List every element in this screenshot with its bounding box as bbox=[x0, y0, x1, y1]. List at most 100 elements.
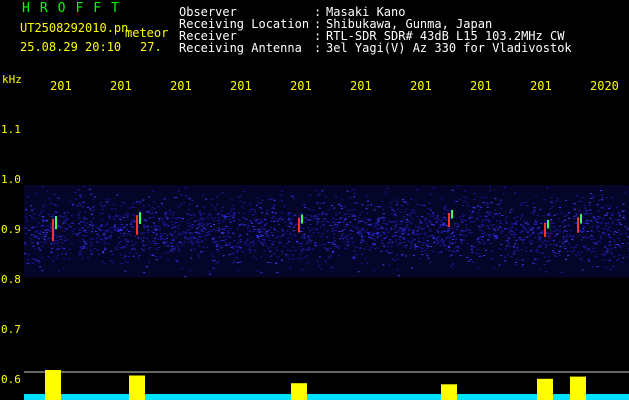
noise-pixel bbox=[623, 218, 626, 220]
noise-pixel bbox=[52, 242, 55, 244]
noise-pixel bbox=[142, 199, 145, 201]
noise-pixel bbox=[480, 256, 482, 257]
noise-pixel bbox=[462, 205, 465, 206]
noise-pixel bbox=[594, 255, 597, 257]
noise-pixel bbox=[100, 229, 103, 231]
noise-pixel bbox=[267, 229, 270, 231]
noise-pixel bbox=[386, 236, 388, 238]
noise-pixel bbox=[202, 246, 205, 248]
noise-pixel bbox=[354, 258, 357, 259]
noise-pixel bbox=[217, 216, 220, 218]
noise-pixel bbox=[294, 235, 297, 237]
noise-pixel bbox=[164, 225, 167, 227]
noise-pixel bbox=[436, 215, 439, 217]
noise-pixel bbox=[218, 245, 221, 247]
noise-pixel bbox=[378, 206, 381, 208]
noise-pixel bbox=[547, 255, 550, 257]
noise-pixel bbox=[26, 259, 29, 261]
noise-pixel bbox=[352, 189, 355, 190]
noise-pixel bbox=[532, 202, 535, 204]
noise-pixel bbox=[513, 222, 516, 224]
noise-pixel bbox=[555, 229, 558, 231]
noise-pixel bbox=[197, 233, 200, 235]
noise-pixel bbox=[309, 235, 312, 237]
noise-pixel bbox=[360, 242, 363, 244]
noise-pixel bbox=[352, 242, 354, 244]
noise-pixel bbox=[191, 232, 194, 234]
noise-pixel bbox=[83, 186, 86, 188]
noise-pixel bbox=[187, 225, 190, 227]
noise-pixel bbox=[550, 197, 553, 199]
noise-pixel bbox=[290, 213, 293, 215]
noise-pixel bbox=[615, 219, 618, 221]
noise-pixel bbox=[98, 235, 101, 237]
noise-pixel bbox=[391, 258, 394, 260]
noise-pixel bbox=[392, 210, 395, 212]
noise-pixel bbox=[608, 208, 611, 209]
noise-pixel bbox=[44, 242, 47, 244]
noise-pixel bbox=[398, 242, 401, 244]
noise-pixel bbox=[249, 221, 252, 223]
noise-pixel bbox=[390, 245, 393, 247]
noise-pixel bbox=[610, 252, 613, 254]
noise-pixel bbox=[256, 270, 259, 272]
noise-pixel bbox=[427, 208, 430, 209]
noise-pixel bbox=[535, 195, 538, 197]
noise-pixel bbox=[395, 235, 398, 237]
noise-pixel bbox=[143, 272, 146, 274]
noise-pixel bbox=[249, 246, 252, 248]
noise-pixel bbox=[440, 197, 443, 199]
noise-pixel bbox=[582, 230, 585, 231]
noise-pixel bbox=[598, 199, 601, 201]
noise-pixel bbox=[159, 228, 162, 230]
noise-pixel bbox=[130, 222, 133, 224]
noise-pixel bbox=[80, 203, 83, 205]
noise-pixel bbox=[146, 232, 149, 233]
noise-pixel bbox=[537, 245, 540, 247]
noise-pixel bbox=[122, 229, 125, 231]
noise-pixel bbox=[521, 265, 524, 267]
noise-pixel bbox=[240, 224, 243, 226]
noise-pixel bbox=[115, 216, 118, 218]
noise-pixel bbox=[36, 261, 39, 263]
noise-pixel bbox=[462, 214, 465, 216]
noise-pixel bbox=[90, 193, 93, 195]
noise-pixel bbox=[411, 240, 414, 242]
noise-pixel bbox=[399, 227, 402, 229]
noise-pixel bbox=[284, 233, 287, 235]
noise-pixel bbox=[180, 242, 183, 244]
noise-pixel bbox=[487, 219, 489, 221]
noise-pixel bbox=[317, 214, 320, 216]
noise-pixel bbox=[322, 224, 325, 225]
noise-pixel bbox=[245, 244, 248, 246]
noise-pixel bbox=[327, 209, 330, 211]
noise-pixel bbox=[573, 203, 576, 205]
noise-pixel bbox=[47, 213, 50, 215]
noise-pixel bbox=[429, 235, 432, 237]
noise-pixel bbox=[403, 230, 406, 232]
noise-pixel bbox=[514, 192, 516, 194]
noise-pixel bbox=[258, 229, 261, 231]
noise-pixel bbox=[252, 242, 255, 244]
noise-pixel bbox=[253, 228, 256, 230]
noise-pixel bbox=[307, 227, 310, 229]
noise-pixel bbox=[276, 272, 279, 274]
noise-pixel bbox=[597, 231, 600, 232]
noise-pixel bbox=[94, 196, 96, 198]
noise-pixel bbox=[609, 248, 612, 250]
noise-pixel bbox=[427, 257, 430, 259]
noise-pixel bbox=[421, 242, 424, 244]
meteor-echo bbox=[544, 223, 546, 237]
noise-pixel bbox=[57, 245, 60, 247]
noise-pixel bbox=[345, 226, 348, 228]
noise-pixel bbox=[558, 225, 561, 227]
noise-pixel bbox=[291, 218, 294, 220]
noise-pixel bbox=[188, 229, 191, 231]
noise-pixel bbox=[51, 247, 54, 249]
noise-pixel bbox=[93, 209, 96, 211]
noise-pixel bbox=[38, 215, 41, 217]
noise-pixel bbox=[402, 199, 405, 201]
noise-pixel bbox=[38, 260, 41, 262]
noise-pixel bbox=[187, 197, 190, 199]
noise-pixel bbox=[413, 233, 416, 235]
